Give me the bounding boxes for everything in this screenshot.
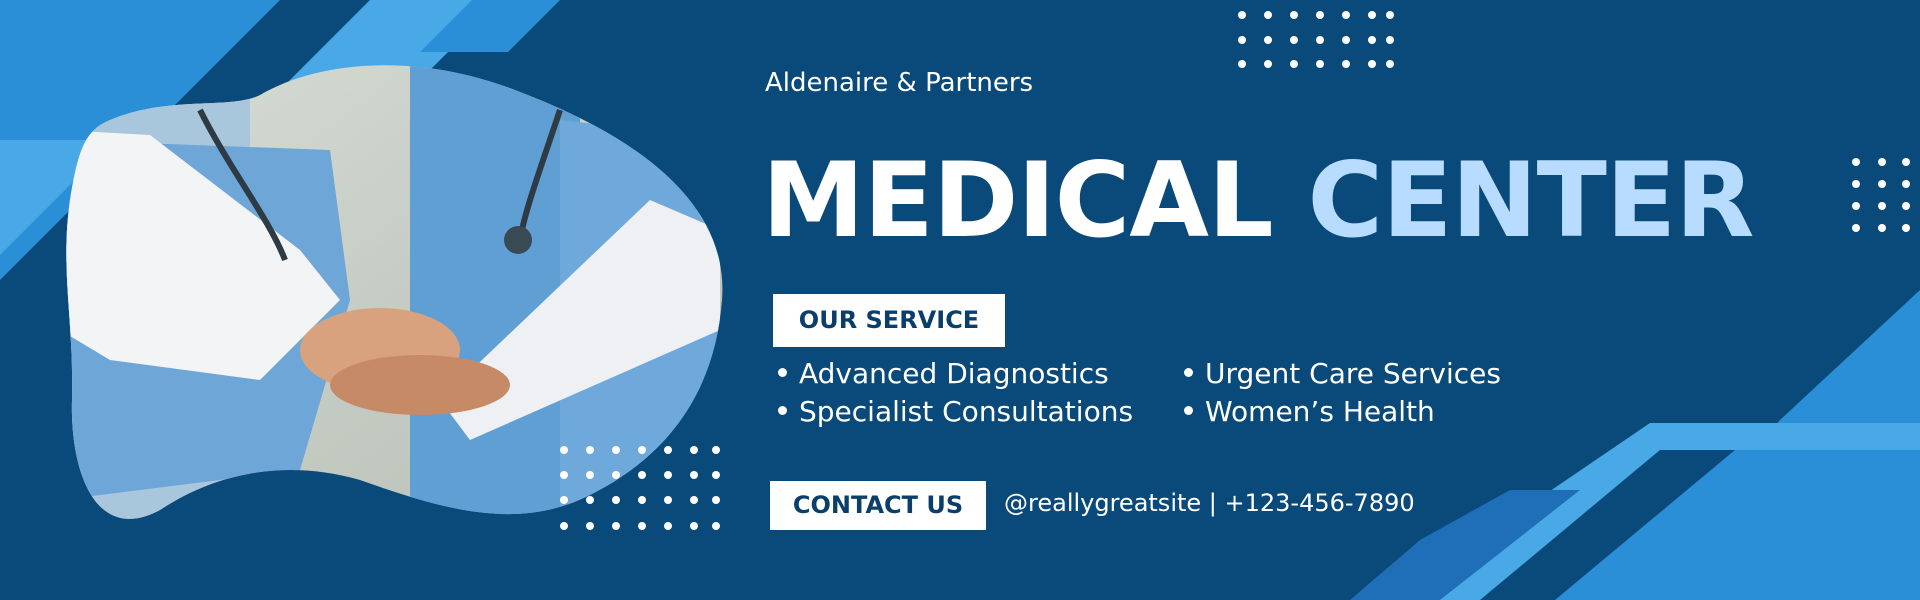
our-service-label: OUR SERVICE (773, 294, 1005, 347)
service-item-consultations: Specialist Consultations (778, 395, 1133, 428)
contact-us-button[interactable]: CONTACT US (770, 481, 986, 530)
brand-name: Aldenaire & Partners (765, 68, 1034, 98)
contact-info: @reallygreatsite | +123-456-7890 (1004, 489, 1415, 517)
headline: MEDICAL CENTER (762, 150, 1755, 253)
service-item-urgent-care: Urgent Care Services (1184, 357, 1501, 390)
headline-word-center: CENTER (1307, 141, 1754, 261)
dot-grid-top (1238, 11, 1394, 68)
dot-grid-right (1852, 158, 1910, 232)
service-item-diagnostics: Advanced Diagnostics (778, 357, 1109, 390)
service-item-womens-health: Women’s Health (1184, 395, 1435, 428)
bottom-right-stripes (1350, 290, 1920, 600)
headline-word-medical: MEDICAL (762, 141, 1274, 261)
